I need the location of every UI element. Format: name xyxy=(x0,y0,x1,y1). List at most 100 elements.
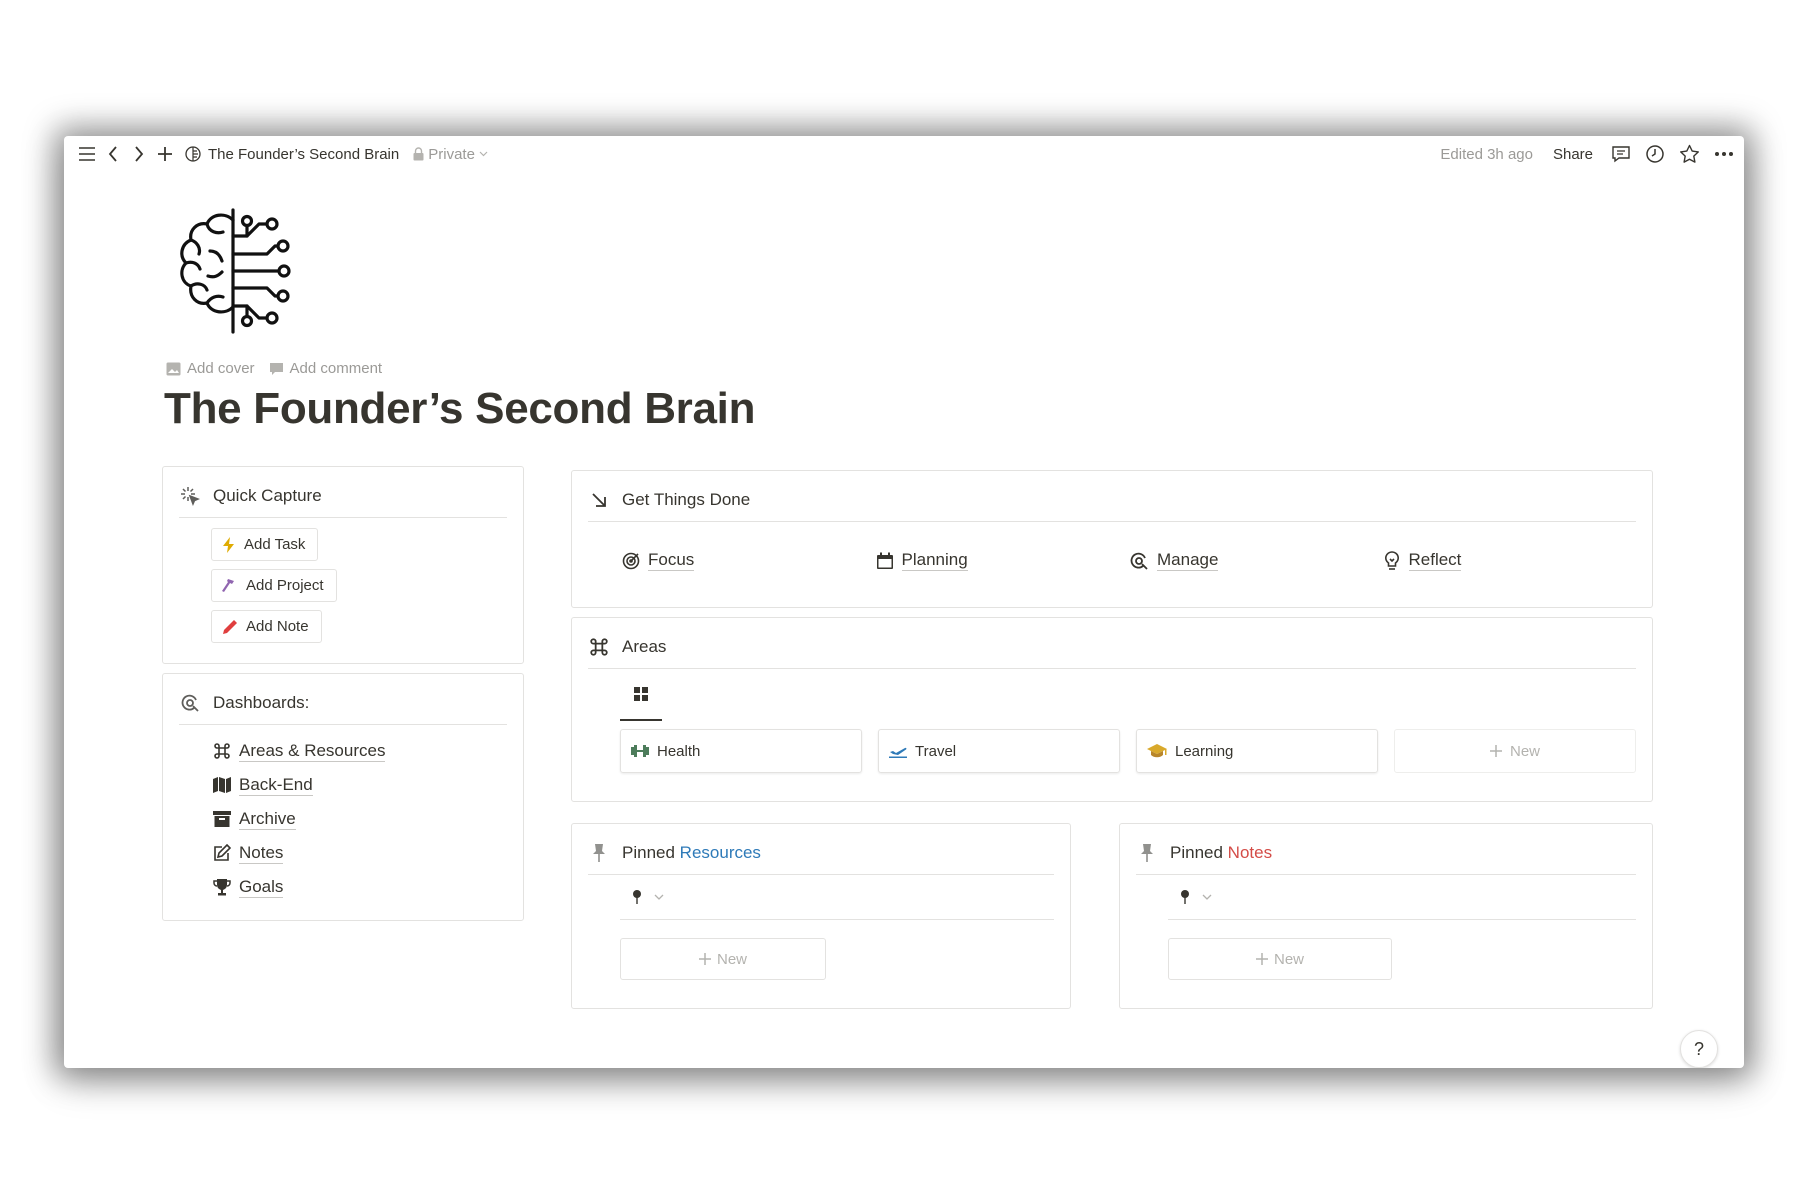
pushpin-icon xyxy=(632,889,642,905)
get-things-done-callout: Get Things Done Focus Planning Manage Re… xyxy=(571,470,1653,608)
graduation-cap-icon xyxy=(1147,743,1167,759)
chevron-down-icon xyxy=(654,894,664,900)
pinned-notes-callout: Pinned Notes New xyxy=(1119,823,1653,1009)
notion-window: The Founder’s Second Brain Private Edite… xyxy=(64,136,1744,1068)
pin-icon xyxy=(1136,842,1158,864)
areas-gallery: Health Travel Learning New xyxy=(588,721,1636,773)
areas-header: Areas xyxy=(588,636,1636,658)
gtd-link-label: Reflect xyxy=(1408,550,1462,571)
chevron-down-icon xyxy=(479,151,488,157)
pinned-prefix: Pinned xyxy=(1170,843,1223,862)
command-icon xyxy=(588,636,610,658)
help-button[interactable]: ? xyxy=(1680,1030,1718,1068)
pinned-resources-header: Pinned Resources xyxy=(588,842,1054,875)
dashboard-link-areas-resources[interactable]: Areas & Resources xyxy=(213,739,507,763)
dashboard-link-label: Back-End xyxy=(239,774,313,796)
add-task-label: Add Task xyxy=(244,536,306,553)
comments-icon[interactable] xyxy=(1611,145,1631,163)
dashboards-title: Dashboards: xyxy=(213,693,310,712)
new-label: New xyxy=(1509,742,1540,760)
favorite-star-icon[interactable] xyxy=(1679,144,1700,164)
dashboards-header: Dashboards: xyxy=(179,692,507,725)
dashboard-link-label: Notes xyxy=(239,842,284,864)
pinned-resources-new-button[interactable]: New xyxy=(620,938,826,980)
history-clock-icon[interactable] xyxy=(1645,144,1665,164)
add-comment-label: Add comment xyxy=(289,360,383,377)
add-note-button[interactable]: Add Note xyxy=(211,610,322,643)
area-card-health[interactable]: Health xyxy=(620,729,862,773)
quick-capture-header: Quick Capture xyxy=(179,485,507,518)
comment-icon xyxy=(269,362,284,376)
pinned-resources-callout: Pinned Resources New xyxy=(571,823,1071,1009)
dashboard-link-notes[interactable]: Notes xyxy=(213,841,507,865)
gtd-link-label: Manage xyxy=(1157,550,1219,571)
add-cover-label: Add cover xyxy=(187,360,255,377)
lightning-icon xyxy=(222,536,236,553)
gtd-link-label: Planning xyxy=(901,550,968,571)
add-task-button[interactable]: Add Task xyxy=(211,528,319,561)
lightbulb-icon xyxy=(1383,550,1401,571)
gtd-link-label: Focus xyxy=(648,550,695,571)
gtd-link-planning[interactable]: Planning xyxy=(876,550,1130,571)
add-cover-button[interactable]: Add cover xyxy=(166,360,255,377)
area-card-label: Learning xyxy=(1175,742,1234,760)
dashboard-link-label: Archive xyxy=(239,808,296,830)
quick-capture-buttons: Add Task Add Project Add Note xyxy=(179,518,507,643)
pencil-icon xyxy=(222,619,238,635)
plus-icon xyxy=(1489,745,1502,757)
area-card-travel[interactable]: Travel xyxy=(878,729,1120,773)
edited-timestamp: Edited 3h ago xyxy=(1440,145,1533,163)
pin-icon xyxy=(588,842,610,864)
calendar-icon xyxy=(876,552,894,570)
gallery-grid-icon xyxy=(634,687,648,701)
area-card-label: Travel xyxy=(915,742,957,760)
gallery-view-tab[interactable] xyxy=(620,669,662,721)
menu-icon[interactable] xyxy=(74,141,100,167)
area-card-label: Health xyxy=(657,742,701,760)
dashboard-link-back-end[interactable]: Back-End xyxy=(213,773,507,797)
gtd-link-focus[interactable]: Focus xyxy=(622,550,876,571)
more-options-icon[interactable] xyxy=(1714,151,1734,157)
plus-icon xyxy=(1255,953,1268,965)
privacy-selector[interactable]: Private xyxy=(413,146,488,163)
command-icon xyxy=(213,742,231,760)
chevron-down-icon xyxy=(1202,894,1212,900)
add-comment-button[interactable]: Add comment xyxy=(269,360,383,377)
pinned-accent-resources: Resources xyxy=(679,843,761,862)
pinned-notes-header: Pinned Notes xyxy=(1136,842,1636,875)
hammer-icon xyxy=(222,578,238,594)
get-things-done-links: Focus Planning Manage Reflect xyxy=(588,522,1636,571)
area-new-button[interactable]: New xyxy=(1394,729,1636,773)
pinned-notes-new-button[interactable]: New xyxy=(1168,938,1392,980)
gtd-link-manage[interactable]: Manage xyxy=(1129,550,1383,571)
brain-circuit-icon[interactable] xyxy=(168,206,298,336)
add-project-label: Add Project xyxy=(246,577,324,594)
dashboard-link-archive[interactable]: Archive xyxy=(213,807,507,831)
get-things-done-header: Get Things Done xyxy=(588,489,1636,522)
new-label: New xyxy=(1273,950,1304,968)
pushpin-icon xyxy=(1180,889,1190,905)
trophy-icon xyxy=(213,878,231,896)
target-icon xyxy=(622,552,640,570)
forward-arrow-icon[interactable] xyxy=(126,141,152,167)
pin-filter-dropdown[interactable] xyxy=(1168,875,1636,920)
gtd-link-reflect[interactable]: Reflect xyxy=(1383,550,1637,571)
add-note-label: Add Note xyxy=(246,618,309,635)
get-things-done-title: Get Things Done xyxy=(622,490,751,509)
breadcrumb[interactable]: The Founder’s Second Brain xyxy=(184,145,399,163)
archive-icon xyxy=(213,811,231,827)
area-card-learning[interactable]: Learning xyxy=(1136,729,1378,773)
dashboard-link-label: Areas & Resources xyxy=(239,740,386,762)
dashboard-link-goals[interactable]: Goals xyxy=(213,875,507,899)
pin-filter-dropdown[interactable] xyxy=(620,875,1054,920)
page-title[interactable]: The Founder’s Second Brain xyxy=(164,384,755,434)
add-project-button[interactable]: Add Project xyxy=(211,569,337,602)
dumbbell-icon xyxy=(631,744,649,758)
dashboards-list: Areas & Resources Back-End Archive Notes xyxy=(179,725,507,899)
back-arrow-icon[interactable] xyxy=(100,141,126,167)
share-button[interactable]: Share xyxy=(1553,146,1593,163)
breadcrumb-title: The Founder’s Second Brain xyxy=(208,145,400,163)
pinned-prefix: Pinned xyxy=(622,843,675,862)
pinned-resources-title: Pinned Resources xyxy=(622,843,761,863)
plus-icon[interactable] xyxy=(152,141,178,167)
